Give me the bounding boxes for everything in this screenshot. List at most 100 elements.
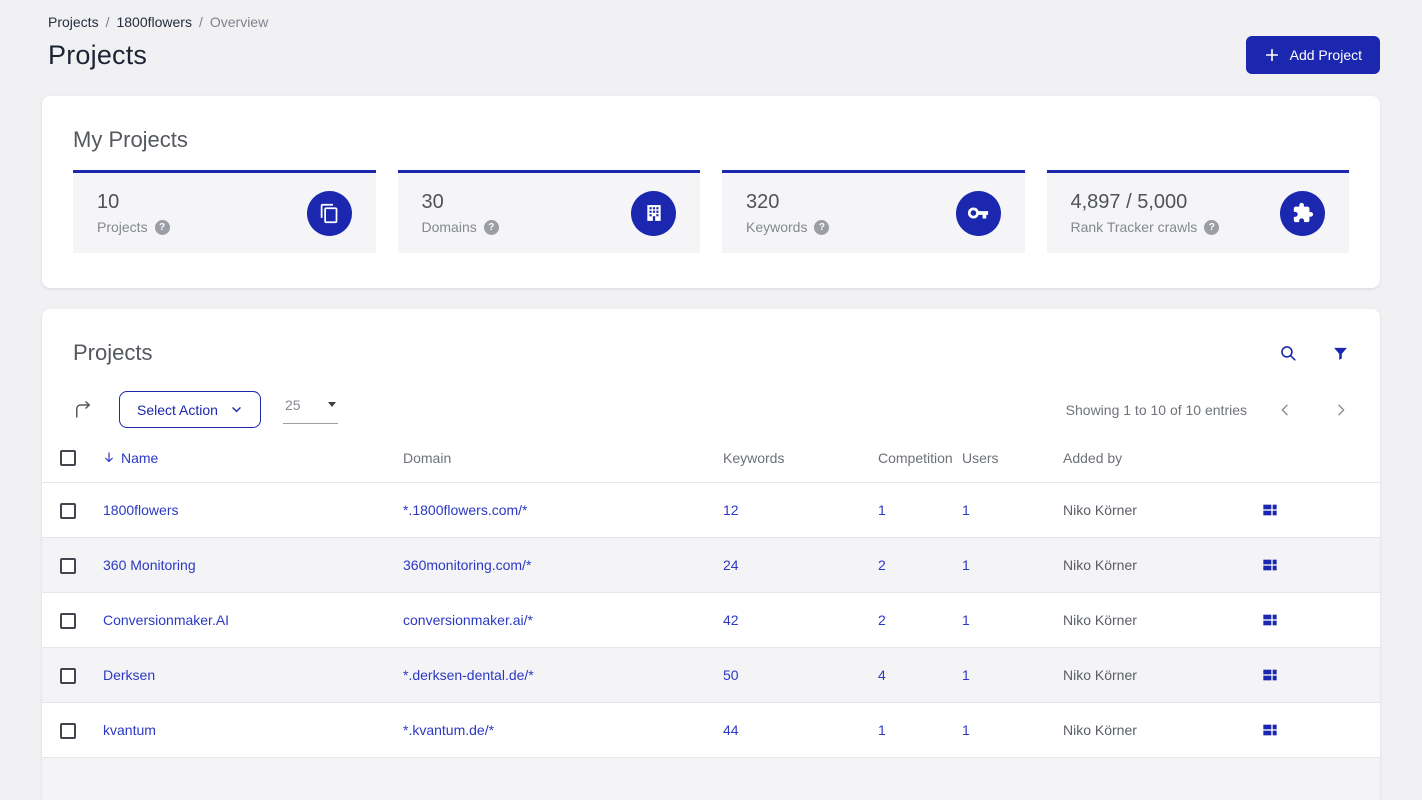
- my-projects-panel: My Projects 10 Projects ? 30 Domains ? 3…: [42, 96, 1380, 288]
- added-by-value: Niko Körner: [1063, 557, 1137, 574]
- my-projects-title: My Projects: [73, 127, 188, 152]
- dashboard-grid-icon[interactable]: [1262, 612, 1278, 628]
- breadcrumb: Projects / 1800flowers / Overview: [0, 0, 1422, 30]
- users-count-link[interactable]: 1: [962, 502, 970, 518]
- prev-page-icon[interactable]: [1277, 402, 1293, 418]
- help-icon[interactable]: ?: [483, 219, 499, 235]
- select-all-checkbox[interactable]: [60, 450, 76, 467]
- stat-card-projects: 10 Projects ?: [73, 170, 376, 253]
- search-icon[interactable]: [1279, 344, 1298, 363]
- next-row-partial: [42, 758, 1380, 800]
- table-row: 1800flowers *.1800flowers.com/* 12 1 1 N…: [42, 482, 1380, 539]
- page-title: Projects: [48, 39, 148, 70]
- competition-count-link[interactable]: 1: [878, 722, 886, 738]
- chevron-down-icon: [230, 403, 243, 416]
- table-row: Conversionmaker.AI conversionmaker.ai/* …: [42, 592, 1380, 649]
- page-size-value: 25: [284, 397, 301, 413]
- users-count-link[interactable]: 1: [962, 722, 970, 738]
- competition-count-link[interactable]: 2: [878, 557, 886, 573]
- project-domain-link[interactable]: *.derksen-dental.de/*: [403, 667, 534, 683]
- keywords-count-link[interactable]: 12: [723, 502, 739, 518]
- project-name-link[interactable]: 1800flowers: [103, 502, 179, 518]
- added-by-value: Niko Körner: [1063, 502, 1137, 519]
- filter-icon[interactable]: [1332, 345, 1349, 362]
- breadcrumb-separator: /: [198, 14, 203, 30]
- projects-panel: Projects Select Action 25 Showing 1 to 1…: [42, 309, 1380, 800]
- row-checkbox[interactable]: [60, 667, 76, 684]
- project-domain-link[interactable]: *.1800flowers.com/*: [403, 502, 528, 518]
- table-row: kvantum *.kvantum.de/* 44 1 1 Niko Körne…: [42, 702, 1380, 759]
- stats-cards: 10 Projects ? 30 Domains ? 320 Keywords …: [73, 170, 1349, 253]
- key-icon: [955, 190, 1001, 236]
- added-by-value: Niko Körner: [1063, 667, 1137, 684]
- keywords-count: 320: [746, 191, 780, 213]
- plus-icon: [1264, 47, 1280, 63]
- page-size-select[interactable]: 25: [282, 395, 338, 424]
- page-header: Projects Add Project: [0, 30, 1422, 74]
- add-project-button[interactable]: Add Project: [1245, 36, 1380, 74]
- breadcrumb-projects[interactable]: Projects: [48, 14, 99, 30]
- row-checkbox[interactable]: [60, 502, 76, 519]
- column-header-keywords: Keywords: [705, 447, 860, 484]
- dashboard-grid-icon[interactable]: [1262, 667, 1278, 683]
- added-by-value: Niko Körner: [1063, 722, 1137, 739]
- next-page-icon[interactable]: [1333, 402, 1349, 418]
- dashboard-grid-icon[interactable]: [1262, 722, 1278, 738]
- forward-arrow-icon[interactable]: [73, 400, 93, 420]
- keywords-count-link[interactable]: 50: [723, 667, 739, 683]
- select-action-dropdown[interactable]: Select Action: [119, 391, 261, 428]
- users-count-link[interactable]: 1: [962, 612, 970, 628]
- page: Projects / 1800flowers / Overview Projec…: [0, 0, 1422, 800]
- dashboard-grid-icon[interactable]: [1262, 557, 1278, 573]
- column-header-domain: Domain: [385, 447, 705, 484]
- domains-count: 30: [421, 191, 444, 213]
- users-count-link[interactable]: 1: [962, 667, 970, 683]
- projects-table-title: Projects: [73, 340, 153, 365]
- column-header-added-by: Added by: [1045, 447, 1244, 484]
- help-icon[interactable]: ?: [1204, 219, 1220, 235]
- select-action-label: Select Action: [137, 401, 218, 418]
- table-row: Derksen *.derksen-dental.de/* 50 4 1 Nik…: [42, 647, 1380, 704]
- column-header-actions: [1244, 447, 1380, 484]
- competition-count-link[interactable]: 4: [878, 667, 886, 683]
- project-domain-link[interactable]: *.kvantum.de/*: [403, 722, 494, 738]
- projects-label: Projects: [97, 219, 148, 235]
- table-row: 360 Monitoring 360monitoring.com/* 24 2 …: [42, 537, 1380, 594]
- add-project-label: Add Project: [1289, 47, 1362, 63]
- competition-count-link[interactable]: 1: [878, 502, 886, 518]
- keywords-count-link[interactable]: 44: [723, 722, 739, 738]
- table-header-row: Name Domain Keywords Competition Users A…: [42, 447, 1380, 484]
- project-name-link[interactable]: 360 Monitoring: [103, 557, 196, 573]
- help-icon[interactable]: ?: [154, 219, 170, 235]
- copy-projects-icon: [306, 190, 352, 236]
- dropdown-caret-icon: [327, 402, 336, 407]
- keywords-count-link[interactable]: 42: [723, 612, 739, 628]
- row-checkbox[interactable]: [60, 612, 76, 629]
- help-icon[interactable]: ?: [814, 219, 830, 235]
- project-name-link[interactable]: kvantum: [103, 722, 156, 738]
- project-name-link[interactable]: Derksen: [103, 667, 155, 683]
- stat-card-domains: 30 Domains ?: [397, 170, 700, 253]
- project-domain-link[interactable]: conversionmaker.ai/*: [403, 612, 533, 628]
- keywords-count-link[interactable]: 24: [723, 557, 739, 573]
- stat-card-keywords: 320 Keywords ?: [722, 170, 1025, 253]
- dashboard-grid-icon[interactable]: [1262, 502, 1278, 518]
- projects-count: 10: [97, 191, 120, 213]
- users-count-link[interactable]: 1: [962, 557, 970, 573]
- row-checkbox[interactable]: [60, 722, 76, 739]
- building-icon: [631, 190, 676, 236]
- project-name-link[interactable]: Conversionmaker.AI: [103, 612, 229, 628]
- row-checkbox[interactable]: [60, 557, 76, 574]
- breadcrumb-project-name[interactable]: 1800flowers: [116, 14, 192, 30]
- rank-tracker-count: 4,897 / 5,000: [1070, 191, 1188, 213]
- added-by-value: Niko Körner: [1063, 612, 1137, 629]
- column-header-name[interactable]: Name: [85, 447, 385, 484]
- domains-label: Domains: [421, 219, 477, 235]
- column-header-competition: Competition: [860, 447, 953, 484]
- project-domain-link[interactable]: 360monitoring.com/*: [403, 557, 531, 573]
- column-header-users: Users: [944, 447, 1045, 484]
- competition-count-link[interactable]: 2: [878, 612, 886, 628]
- breadcrumb-separator: /: [105, 14, 110, 30]
- keywords-label: Keywords: [746, 219, 808, 235]
- stat-card-rank-tracker: 4,897 / 5,000 Rank Tracker crawls ?: [1046, 170, 1349, 253]
